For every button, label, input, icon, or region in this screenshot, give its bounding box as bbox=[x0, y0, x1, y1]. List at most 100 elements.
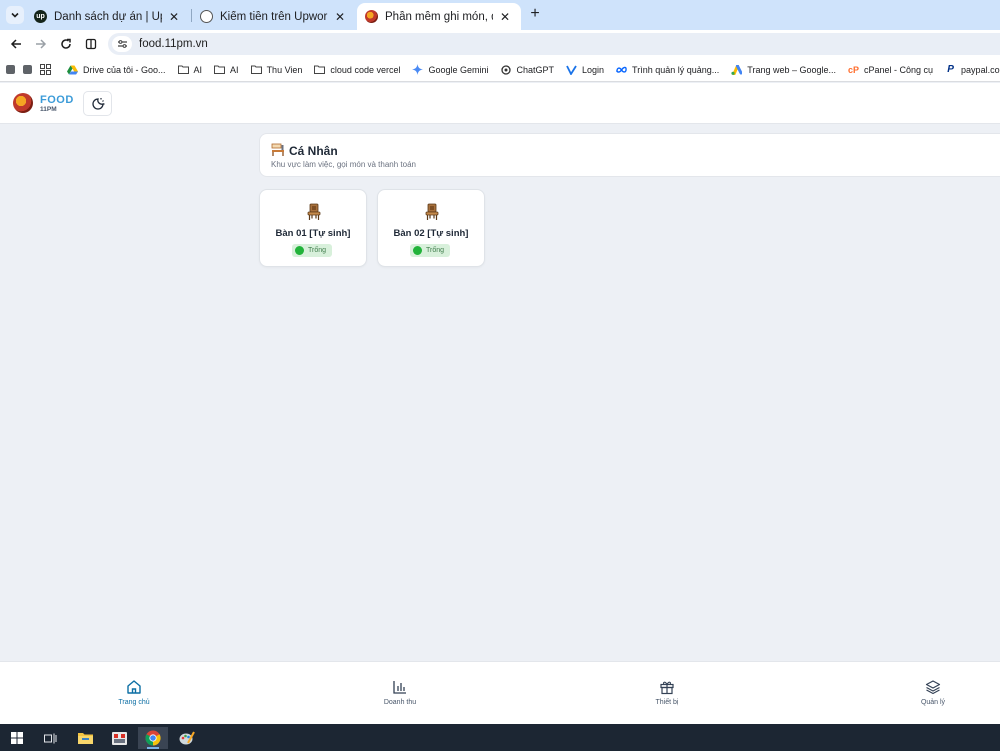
status-badge: Trống bbox=[410, 244, 451, 257]
bookmark-folder[interactable]: cloud code vercel bbox=[314, 64, 400, 75]
app-logo-icon[interactable] bbox=[13, 93, 33, 113]
bookmark-label: Thu Vien bbox=[266, 64, 303, 75]
status-dot-icon bbox=[295, 246, 304, 255]
bookmark-app-icon[interactable] bbox=[23, 65, 32, 74]
desk-icon bbox=[271, 143, 284, 156]
bookmark-label: ChatGPT bbox=[516, 64, 555, 75]
bookmark-item[interactable]: Login bbox=[566, 64, 604, 75]
tab-title: Danh sách dự án | Upwork bbox=[54, 10, 162, 23]
app-grid-icon bbox=[111, 731, 127, 745]
forward-button[interactable] bbox=[32, 35, 50, 53]
taskbar-file-explorer[interactable] bbox=[70, 727, 100, 749]
chatgpt-icon bbox=[501, 64, 512, 75]
bookmark-label: Drive của tôi - Goo... bbox=[83, 64, 166, 75]
bookmark-label: Login bbox=[582, 64, 605, 75]
food-logo-icon bbox=[365, 10, 378, 23]
bookmark-item[interactable]: Trình quản lý quảng... bbox=[616, 64, 719, 75]
chair-icon bbox=[307, 203, 321, 220]
bookmark-folder[interactable]: Thu Vien bbox=[250, 64, 303, 75]
table-name: Bàn 01 [Tự sinh] bbox=[275, 228, 351, 239]
start-button[interactable] bbox=[2, 727, 32, 749]
nav-item-home[interactable]: Trang chủ bbox=[104, 679, 164, 706]
table-card[interactable]: Bàn 01 [Tự sinh] Trống bbox=[259, 189, 367, 267]
arrow-left-icon bbox=[10, 39, 21, 49]
bookmark-label: Trang web – Google... bbox=[747, 64, 836, 75]
theme-toggle-button[interactable] bbox=[83, 91, 112, 116]
back-button[interactable] bbox=[7, 35, 25, 53]
folder-icon bbox=[250, 64, 262, 75]
tab-search-button[interactable] bbox=[6, 6, 24, 24]
chair-icon bbox=[425, 203, 439, 220]
bottom-navigation: Trang chủ Doanh thu Thiết bị Quản lý bbox=[0, 661, 1000, 724]
paint-icon bbox=[179, 731, 195, 745]
paypal-icon: P bbox=[947, 64, 954, 75]
nav-item-revenue[interactable]: Doanh thu bbox=[370, 679, 430, 706]
bookmark-item[interactable]: Trang web – Google... bbox=[731, 64, 836, 75]
chevron-down-icon bbox=[11, 12, 19, 18]
browser-tab[interactable]: Kiếm tiền trên Upwork ✕ bbox=[192, 3, 356, 30]
nav-label: Thiết bị bbox=[655, 699, 679, 706]
tab-close-icon[interactable]: ✕ bbox=[166, 10, 182, 24]
browser-toolbar: food.11pm.vn bbox=[0, 30, 1000, 58]
taskbar-app[interactable] bbox=[104, 727, 134, 749]
address-bar[interactable]: food.11pm.vn bbox=[108, 33, 1000, 55]
task-view-button[interactable] bbox=[35, 727, 65, 749]
app-logo-subtitle: 11PM bbox=[40, 106, 57, 113]
new-tab-button[interactable]: + bbox=[526, 5, 544, 23]
tab-title: Kiếm tiền trên Upwork bbox=[220, 10, 328, 23]
url-text: food.11pm.vn bbox=[139, 38, 208, 50]
nav-label: Doanh thu bbox=[383, 699, 417, 706]
taskbar-app[interactable] bbox=[172, 727, 202, 749]
tab-close-icon[interactable]: ✕ bbox=[332, 10, 348, 24]
folder-icon bbox=[214, 64, 226, 75]
browser-tab[interactable]: up Danh sách dự án | Upwork ✕ bbox=[26, 3, 190, 30]
apps-button[interactable] bbox=[40, 64, 51, 75]
login-icon bbox=[566, 64, 577, 75]
status-dot-icon bbox=[413, 246, 422, 255]
bookmark-folder[interactable]: AI bbox=[177, 64, 202, 75]
theme-toggle-icon bbox=[91, 97, 104, 110]
folder-icon bbox=[314, 64, 326, 75]
bookmark-item[interactable]: cP cPanel - Công cụ bbox=[848, 64, 933, 75]
table-card[interactable]: Bàn 02 [Tự sinh] Trống bbox=[377, 189, 485, 267]
app-logo-title[interactable]: FOOD bbox=[40, 94, 74, 106]
gift-icon bbox=[660, 681, 674, 695]
windows-logo-icon bbox=[11, 732, 23, 744]
bookmark-item[interactable]: P paypal.com/signin?l... bbox=[945, 64, 1000, 75]
nav-item-devices[interactable]: Thiết bị bbox=[637, 679, 697, 706]
chrome-icon bbox=[145, 730, 161, 746]
split-view-icon bbox=[85, 38, 97, 50]
reload-button[interactable] bbox=[57, 35, 75, 53]
bookmark-app-icon[interactable] bbox=[6, 65, 15, 74]
openai-icon bbox=[200, 10, 213, 23]
bar-chart-icon bbox=[393, 681, 406, 694]
browser-tab-strip: up Danh sách dự án | Upwork ✕ Kiếm tiền … bbox=[0, 0, 1000, 30]
bookmark-item[interactable]: Google Gemini bbox=[412, 64, 489, 75]
meta-icon bbox=[616, 64, 627, 75]
bookmark-label: cPanel - Công cụ bbox=[864, 64, 934, 75]
bookmark-label: AI bbox=[230, 64, 239, 75]
gemini-icon bbox=[412, 64, 424, 75]
browser-tab-active[interactable]: Phần mềm ghi món, quản lý qu ✕ bbox=[357, 3, 521, 30]
file-explorer-icon bbox=[77, 733, 93, 744]
area-subtitle: Khu vực làm việc, gọi món và thanh toán bbox=[271, 160, 416, 169]
tab-close-icon[interactable]: ✕ bbox=[497, 10, 513, 24]
bookmark-label: cloud code vercel bbox=[330, 64, 401, 75]
site-info-button[interactable] bbox=[112, 36, 132, 52]
app-square-icon bbox=[6, 65, 15, 74]
status-badge: Trống bbox=[292, 244, 333, 257]
home-icon bbox=[127, 680, 141, 694]
tune-icon bbox=[117, 40, 127, 48]
upwork-icon: up bbox=[34, 10, 47, 23]
area-title: Cá Nhân bbox=[289, 144, 338, 158]
bookmark-label: Google Gemini bbox=[428, 64, 489, 75]
nav-item-management[interactable]: Quản lý bbox=[903, 679, 963, 706]
google-drive-icon bbox=[67, 64, 78, 75]
taskbar-chrome[interactable] bbox=[138, 727, 168, 749]
folder-icon bbox=[177, 64, 189, 75]
bookmark-label: Trình quản lý quảng... bbox=[632, 64, 720, 75]
bookmark-folder[interactable]: AI bbox=[214, 64, 239, 75]
bookmark-item[interactable]: ChatGPT bbox=[501, 64, 555, 75]
bookmark-item[interactable]: Drive của tôi - Goo... bbox=[67, 64, 166, 75]
split-view-button[interactable] bbox=[82, 35, 100, 53]
